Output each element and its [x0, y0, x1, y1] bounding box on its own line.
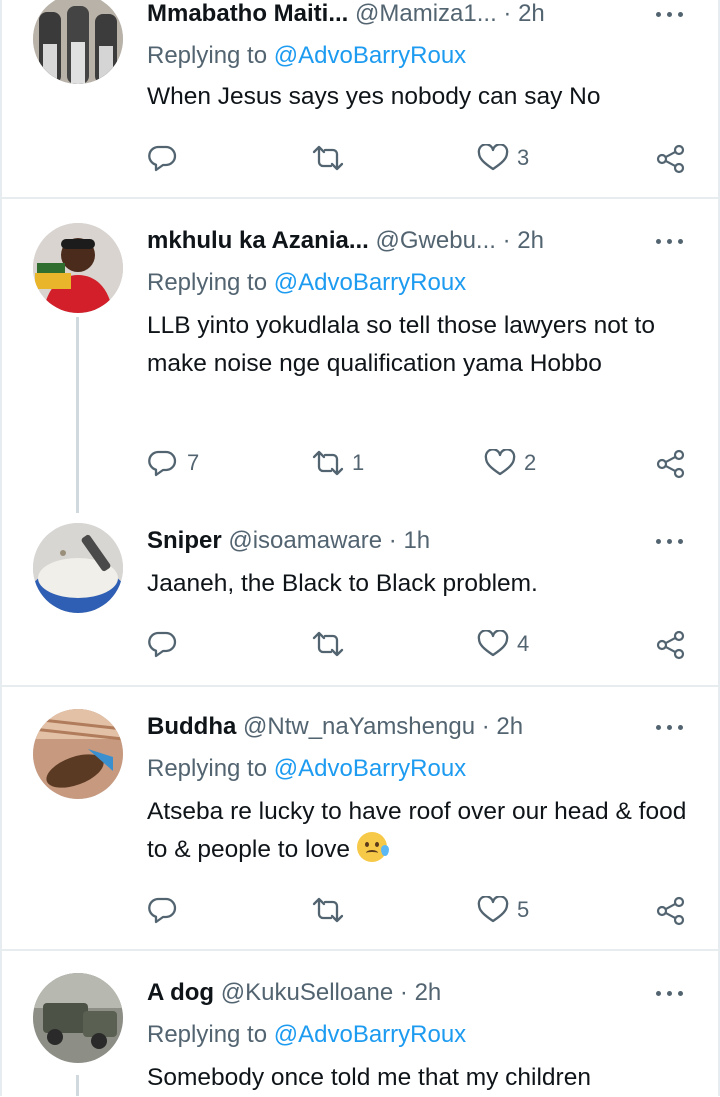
heart-icon: [477, 144, 509, 171]
reply-icon: [148, 450, 177, 477]
reply-icon: [148, 145, 177, 172]
display-name[interactable]: Sniper: [147, 527, 222, 554]
mention-link[interactable]: @AdvoBarryRoux: [274, 269, 466, 296]
tweet-header: Mmabatho Maiti... @Mamiza1... · 2h: [147, 0, 700, 30]
action-bar: 4: [147, 627, 692, 661]
more-icon[interactable]: [656, 723, 686, 733]
handle-time[interactable]: @isoamaware · 1h: [228, 527, 430, 554]
more-icon[interactable]: [656, 10, 686, 20]
handle-time[interactable]: @Mamiza1... · 2h: [355, 0, 545, 27]
tweet-header: A dog @KukuSelloane · 2h: [147, 977, 700, 1009]
handle-time[interactable]: @KukuSelloane · 2h: [221, 979, 442, 1006]
replying-to: Replying to @AdvoBarryRoux: [147, 42, 467, 69]
display-name[interactable]: Buddha: [147, 713, 236, 740]
tweet-header: Sniper @isoamaware · 1h: [147, 525, 700, 557]
action-bar: 5: [147, 893, 692, 927]
tweet[interactable]: Sniper @isoamaware · 1h Jaaneh, the Blac…: [0, 517, 720, 687]
heart-icon: [477, 630, 509, 657]
tweet-header: Buddha @Ntw_naYamshengu · 2h: [147, 711, 700, 743]
avatar[interactable]: [33, 709, 123, 799]
display-name[interactable]: mkhulu ka Azania...: [147, 227, 369, 254]
tweet[interactable]: Mmabatho Maiti... @Mamiza1... · 2h Reply…: [0, 0, 720, 199]
more-icon[interactable]: [656, 537, 686, 547]
avatar[interactable]: [33, 973, 123, 1063]
tweet-text: Jaaneh, the Black to Black problem.: [147, 570, 538, 597]
mention-link[interactable]: @AdvoBarryRoux: [274, 755, 466, 782]
retweet-icon: [312, 631, 344, 657]
share-icon: [656, 449, 685, 479]
display-name[interactable]: A dog: [147, 979, 214, 1006]
handle-time[interactable]: @Gwebu... · 2h: [376, 227, 544, 254]
action-bar: 3: [147, 141, 692, 175]
share-icon: [656, 896, 685, 926]
tweet-text: When Jesus says yes nobody can say No: [147, 83, 601, 110]
heart-icon: [484, 449, 516, 476]
avatar[interactable]: [33, 523, 123, 613]
reply-icon: [148, 631, 177, 658]
share-icon: [656, 630, 685, 660]
handle-time[interactable]: @Ntw_naYamshengu · 2h: [243, 713, 523, 740]
retweet-icon: [312, 450, 344, 476]
replying-to: Replying to @AdvoBarryRoux: [147, 1021, 467, 1048]
mention-link[interactable]: @AdvoBarryRoux: [274, 42, 466, 69]
reply-icon: [148, 897, 177, 924]
avatar[interactable]: [33, 0, 123, 84]
heart-icon: [477, 896, 509, 923]
share-icon: [656, 144, 685, 174]
more-icon[interactable]: [656, 989, 686, 999]
thread-connector: [76, 317, 79, 513]
tweet[interactable]: Buddha @Ntw_naYamshengu · 2h Replying to…: [0, 687, 720, 951]
replying-to: Replying to @AdvoBarryRoux: [147, 269, 467, 296]
tweet[interactable]: mkhulu ka Azania... @Gwebu... · 2h Reply…: [0, 199, 720, 517]
replying-to: Replying to @AdvoBarryRoux: [147, 755, 467, 782]
tweet-text: Atseba re lucky to have roof over our he…: [147, 798, 687, 863]
action-bar: 7 1 2: [147, 446, 692, 480]
more-icon[interactable]: [656, 237, 686, 247]
retweet-icon: [312, 145, 344, 171]
tweet-text: LLB yinto yokudlala so tell those lawyer…: [147, 312, 655, 377]
thread-connector: [76, 1075, 79, 1096]
tweet[interactable]: A dog @KukuSelloane · 2h Replying to @Ad…: [0, 951, 720, 1096]
retweet-icon: [312, 897, 344, 923]
mention-link[interactable]: @AdvoBarryRoux: [274, 1021, 466, 1048]
tweet-header: mkhulu ka Azania... @Gwebu... · 2h: [147, 225, 700, 257]
avatar[interactable]: [33, 223, 123, 313]
tweet-text: Somebody once told me that my children: [147, 1064, 591, 1091]
sad-tear-emoji-icon: [356, 832, 389, 862]
display-name[interactable]: Mmabatho Maiti...: [147, 0, 348, 27]
